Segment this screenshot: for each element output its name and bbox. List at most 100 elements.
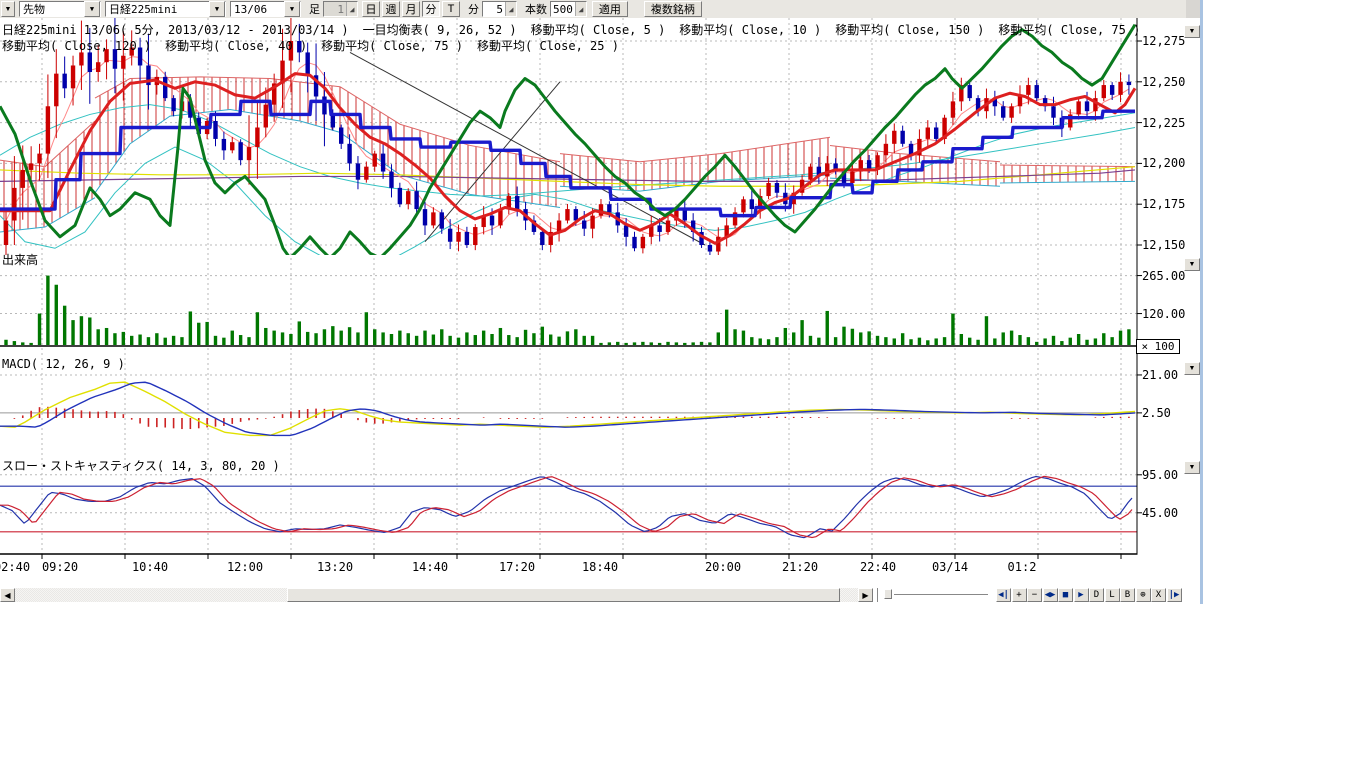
category-dropdown-value: 先物	[20, 1, 48, 17]
legend-item: 移動平均( Close, 75 )	[321, 37, 463, 54]
apply-button[interactable]: 適用	[592, 1, 628, 17]
toolbar: ▼ 先物 ▼ 日経225mini ▼ 13/06 ▼ 足 1 ◢ 日週月分T 分…	[0, 0, 1200, 18]
volume-tick-label: 120.00	[1142, 308, 1185, 320]
scrollbar-track-left[interactable]	[15, 588, 287, 602]
period-button-T[interactable]: T	[442, 1, 460, 17]
time-tick-label: 09:20	[42, 560, 78, 574]
time-tick-label: 12:00	[227, 560, 263, 574]
chart-nav-button-6[interactable]: D	[1089, 588, 1104, 602]
period-button-分[interactable]: 分	[422, 1, 440, 17]
chart-plot-canvas[interactable]	[0, 18, 1145, 564]
bar-count-stepper[interactable]: 500 ◢	[550, 1, 587, 17]
chart-nav-button-4[interactable]: ■	[1058, 588, 1073, 602]
stepper-grip-icon: ◢	[346, 2, 357, 16]
collapsed-combo-button[interactable]: ▼	[1, 1, 15, 17]
divider	[877, 588, 878, 602]
chart-nav-button-10[interactable]: X	[1151, 588, 1166, 602]
toolbar-corner-strip	[1186, 0, 1200, 18]
legend-item: 移動平均( Close, 75 )	[998, 21, 1140, 38]
chevron-down-icon[interactable]: ▼	[284, 1, 300, 17]
price-tick-label: 12,275	[1142, 35, 1185, 47]
period-button-日[interactable]: 日	[362, 1, 380, 17]
time-tick-label: 02:40	[0, 560, 30, 574]
scrollbar-track-right[interactable]	[840, 588, 858, 602]
volume-multiplier-badge: × 100	[1136, 339, 1180, 354]
time-tick-label: 10:40	[132, 560, 168, 574]
time-tick-label: 18:40	[582, 560, 618, 574]
bar-interval-value: 1	[324, 3, 346, 16]
bar-count-value: 500	[551, 3, 575, 16]
period-button-週[interactable]: 週	[382, 1, 400, 17]
bottom-scroll-row: ◀ ▶ ◀|+−◀▶■▶DLB⊕X|▶	[0, 588, 1200, 602]
chart-area: 日経225mini 13/06( 5分, 2013/03/12 - 2013/0…	[0, 18, 1200, 588]
legend-item: 移動平均( Close, 25 )	[477, 37, 619, 54]
price-tick-label: 12,175	[1142, 198, 1185, 210]
bar-interval-stepper: 1 ◢	[323, 1, 358, 17]
time-tick-label: 03/14	[932, 560, 968, 574]
chart-app-window: ▼ 先物 ▼ 日経225mini ▼ 13/06 ▼ 足 1 ◢ 日週月分T 分…	[0, 0, 1203, 604]
chart-nav-button-2[interactable]: −	[1027, 588, 1042, 602]
legend-item: 日経225mini 13/06( 5分, 2013/03/12 - 2013/0…	[2, 21, 349, 38]
price-tick-label: 12,200	[1142, 157, 1185, 169]
legend-item: 一目均衡表( 9, 26, 52 )	[363, 21, 517, 38]
legend-item: 移動平均( Close, 5 )	[531, 21, 666, 38]
macd-tick-label: 21.00	[1142, 369, 1178, 381]
stoch-tick-label: 45.00	[1142, 507, 1178, 519]
chart-nav-button-3[interactable]: ◀▶	[1043, 588, 1058, 602]
minute-stepper[interactable]: 5 ◢	[482, 1, 517, 17]
chart-nav-button-8[interactable]: B	[1120, 588, 1135, 602]
chart-nav-button-0[interactable]: ◀|	[996, 588, 1011, 602]
volume-pane-scale-menu-button[interactable]: ▼	[1184, 258, 1200, 271]
macd-tick-label: 2.50	[1142, 407, 1171, 419]
scroll-right-button[interactable]: ▶	[858, 588, 873, 602]
scroll-left-button[interactable]: ◀	[0, 588, 15, 602]
minute-label: 分	[468, 1, 479, 17]
legend-item: 移動平均( Close, 120 )	[2, 37, 151, 54]
stoch-pane-label: スロー・ストキャスティクス( 14, 3, 80, 20 )	[2, 457, 280, 474]
stoch-tick-label: 95.00	[1142, 469, 1178, 481]
category-dropdown[interactable]: 先物 ▼	[19, 1, 101, 17]
bar-type-label: 足	[309, 1, 320, 17]
legend-item: 移動平均( Close, 40 )	[165, 37, 307, 54]
price-pane-scale-menu-button[interactable]: ▼	[1184, 25, 1200, 38]
time-tick-label: 14:40	[412, 560, 448, 574]
macd-pane-scale-menu-button[interactable]: ▼	[1184, 362, 1200, 375]
price-tick-label: 12,150	[1142, 239, 1185, 251]
chart-nav-button-11[interactable]: |▶	[1167, 588, 1182, 602]
period-button-group: 日週月分T	[362, 1, 460, 17]
multi-symbol-button[interactable]: 複数銘柄	[644, 1, 702, 17]
legend-item: 移動平均( Close, 10 )	[679, 21, 821, 38]
volume-pane-label: 出来高	[2, 251, 38, 268]
chart-nav-button-5[interactable]: ▶	[1074, 588, 1089, 602]
chart-nav-button-9[interactable]: ⊕	[1136, 588, 1151, 602]
scrollbar-thumb[interactable]	[287, 588, 840, 602]
symbol-dropdown-value: 日経225mini	[106, 1, 180, 17]
period-button-月[interactable]: 月	[402, 1, 420, 17]
chevron-down-icon[interactable]: ▼	[84, 1, 100, 17]
zoom-slider-handle[interactable]	[884, 589, 892, 599]
contract-month-dropdown-value: 13/06	[231, 3, 270, 16]
price-tick-label: 12,250	[1142, 76, 1185, 88]
price-tick-label: 12,225	[1142, 117, 1185, 129]
legend-item: 移動平均( Close, 150 )	[835, 21, 984, 38]
chart-nav-button-1[interactable]: +	[1012, 588, 1027, 602]
chart-nav-button-7[interactable]: L	[1105, 588, 1120, 602]
bar-count-label: 本数	[525, 1, 547, 17]
time-tick-label: 20:00	[705, 560, 741, 574]
time-tick-label: 21:20	[782, 560, 818, 574]
stepper-grip-icon[interactable]: ◢	[505, 2, 516, 16]
time-tick-label: 13:20	[317, 560, 353, 574]
zoom-slider-track[interactable]	[894, 594, 988, 598]
minute-value: 5	[483, 3, 505, 16]
indicator-legend-line2: 移動平均( Close, 120 ) 移動平均( Close, 40 ) 移動平均(…	[2, 37, 619, 54]
macd-pane-label: MACD( 12, 26, 9 )	[2, 357, 125, 371]
time-tick-label: 22:40	[860, 560, 896, 574]
symbol-dropdown[interactable]: 日経225mini ▼	[105, 1, 226, 17]
time-tick-label: 17:20	[499, 560, 535, 574]
contract-month-dropdown[interactable]: 13/06 ▼	[230, 1, 301, 17]
indicator-legend-line1: 日経225mini 13/06( 5分, 2013/03/12 - 2013/0…	[2, 21, 1140, 38]
time-tick-label: 01:2	[1008, 560, 1037, 574]
stepper-grip-icon[interactable]: ◢	[575, 2, 586, 16]
chevron-down-icon[interactable]: ▼	[209, 1, 225, 17]
stoch-pane-scale-menu-button[interactable]: ▼	[1184, 461, 1200, 474]
